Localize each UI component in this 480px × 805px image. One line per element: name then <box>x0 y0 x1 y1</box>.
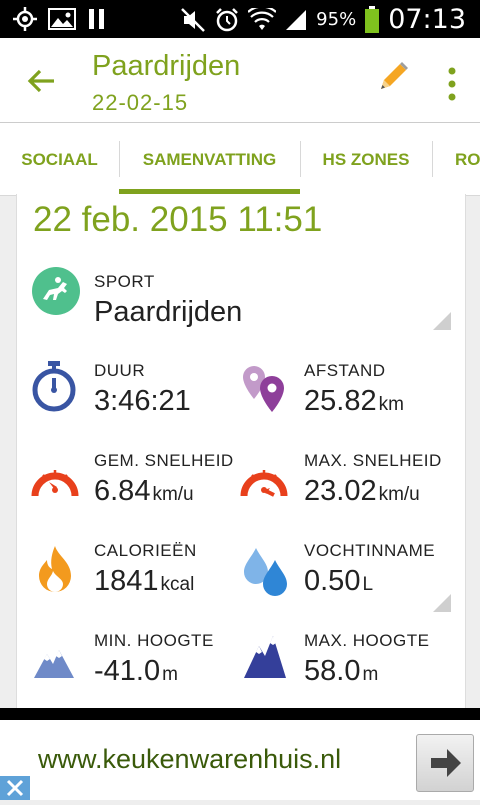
dropdown-corner-indicator <box>433 312 451 330</box>
status-bar: 95% 07:13 <box>0 0 480 38</box>
tab-bar: SOCIAAL SAMENVATTING HS ZONES RO <box>0 122 480 196</box>
gps-icon <box>13 7 37 31</box>
stat-value-afstand: 25.82 km <box>304 385 404 417</box>
tab-ro[interactable]: RO <box>455 123 480 195</box>
distance-pins-icon <box>243 366 284 412</box>
stat-label-max-snelheid: MAX. SNELHEID <box>304 451 442 470</box>
tab-sociaal[interactable]: SOCIAAL <box>0 123 119 195</box>
ad-arrow-button[interactable] <box>416 734 474 792</box>
page-subtitle: 22-02-15 <box>92 90 189 115</box>
ad-text[interactable]: www.keukenwarenhuis.nl <box>38 744 341 775</box>
battery-icon <box>365 5 380 33</box>
tab-divider <box>432 141 433 177</box>
close-icon <box>6 779 24 797</box>
stat-value-min-hoogte: -41.0 m <box>94 655 178 687</box>
horse-riding-icon <box>32 267 80 315</box>
tab-hs-zones[interactable]: HS ZONES <box>300 123 432 195</box>
speedometer-icon <box>31 470 79 497</box>
edit-pencil-icon[interactable] <box>372 60 410 98</box>
stat-value-max-hoogte: 58.0 m <box>304 655 379 687</box>
stat-label-afstand: AFSTAND <box>304 361 386 380</box>
speedometer-icon <box>240 470 288 497</box>
stopwatch-icon <box>32 361 76 412</box>
ad-banner[interactable]: www.keukenwarenhuis.nl <box>0 708 480 800</box>
summary-card: 22 feb. 2015 11:51 SPORT Paardrijden DUU… <box>16 194 466 714</box>
stat-label-gem-snelheid: GEM. SNELHEID <box>94 451 234 470</box>
stat-value-vochtinname[interactable]: 0.50 L <box>304 565 373 598</box>
stat-value-gem-snelheid: 6.84 km/u <box>94 475 194 507</box>
tab-samenvatting[interactable]: SAMENVATTING <box>119 123 300 195</box>
back-arrow-icon[interactable] <box>26 66 56 96</box>
stat-value-max-snelheid: 23.02 km/u <box>304 475 420 507</box>
wifi-icon <box>248 7 277 30</box>
pause-icon <box>89 9 104 29</box>
stat-label-min-hoogte: MIN. HOOGTE <box>94 631 214 650</box>
water-drops-icon <box>244 548 287 596</box>
mountain-icon <box>34 650 74 678</box>
stat-label-vochtinname: VOCHTINNAME <box>304 541 436 560</box>
page-title: Paardrijden <box>92 50 241 82</box>
ad-close-button[interactable] <box>0 776 30 800</box>
sport-value[interactable]: Paardrijden <box>94 296 242 329</box>
alarm-icon <box>216 7 239 31</box>
signal-icon <box>286 9 307 30</box>
arrow-right-icon <box>431 749 461 777</box>
stat-label-max-hoogte: MAX. HOOGTE <box>304 631 430 650</box>
stat-value-duur: 3:46:21 <box>94 385 191 417</box>
stat-label-calorieen: CALORIEËN <box>94 541 197 560</box>
stat-label-duur: DUUR <box>94 361 146 380</box>
image-icon <box>48 8 76 30</box>
mute-icon <box>181 7 206 32</box>
more-vert-icon[interactable] <box>446 66 458 102</box>
dropdown-corner-indicator <box>433 594 451 612</box>
battery-percent: 95% <box>316 9 357 30</box>
activity-date-time: 22 feb. 2015 11:51 <box>33 200 323 239</box>
flame-icon <box>39 546 71 592</box>
ad-content[interactable]: www.keukenwarenhuis.nl <box>0 720 480 800</box>
stat-value-calorieen: 1841 kcal <box>94 565 195 597</box>
mountain-icon <box>244 636 286 678</box>
sport-label: SPORT <box>94 272 155 291</box>
clock: 07:13 <box>388 4 466 35</box>
app-bar: Paardrijden 22-02-15 <box>0 38 480 122</box>
